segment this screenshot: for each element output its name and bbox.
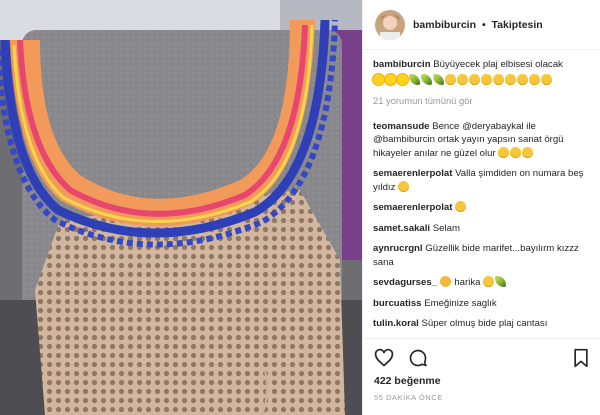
post-header: bambiburcin • Takiptesin — [363, 0, 600, 50]
comment-text: ile — [523, 120, 536, 132]
action-bar — [373, 347, 441, 369]
comment-icon — [409, 349, 427, 367]
smile-emoji-icon — [445, 73, 456, 85]
comment-item: semaerenlerpolat — [373, 201, 594, 215]
sun-emoji-icon — [385, 73, 396, 85]
caption-username[interactable]: bambiburcin — [373, 59, 431, 70]
instagram-post: bambiburcin • Takiptesin bambiburcin Büy… — [0, 0, 600, 415]
sun-emoji-icon — [397, 73, 408, 85]
likes-count[interactable]: 422 beğenme — [374, 375, 441, 387]
comment-username[interactable]: teomansude — [373, 121, 430, 132]
post-timestamp: 55 DAKİKA ÖNCE — [374, 393, 443, 402]
smile-emoji-icon — [493, 73, 504, 85]
divider — [363, 338, 600, 339]
smile-emoji-icon — [510, 146, 522, 158]
comment-text: Emeğinize saglık — [424, 297, 497, 309]
comment-mention[interactable]: @bambiburcin — [373, 134, 435, 145]
view-all-comments-link[interactable]: 21 yorumun tümünü gör — [373, 94, 594, 108]
avatar[interactable] — [375, 9, 405, 40]
comment-item: aynrucrgnl Güzellik bide marifet...bayıl… — [373, 242, 594, 269]
comment-username[interactable]: samet.sakali — [373, 223, 430, 234]
sun-emoji-icon — [373, 73, 384, 85]
comment-mention[interactable]: @deryabaykal — [462, 121, 523, 132]
comment-text: Bence — [432, 120, 463, 132]
comment-text: Süper olmuş bide plaj cantası — [421, 318, 548, 329]
comment-username[interactable]: semaerenlerpolat — [373, 202, 452, 213]
comment-item: teomansude Bence @deryabaykal ile @bambi… — [373, 120, 594, 161]
banana-emoji-icon — [421, 73, 432, 85]
comment-item: sevdagurses_ harika — [373, 276, 594, 290]
comment-text: harika — [451, 277, 484, 288]
like-button[interactable] — [373, 347, 395, 369]
heart-emoji-icon — [439, 276, 451, 287]
caption-text: Büyüyecek plaj elbisesi olacak — [433, 59, 563, 70]
smile-emoji-icon — [541, 73, 552, 85]
smile-emoji-icon — [469, 73, 480, 85]
follow-status[interactable]: Takiptesin — [492, 19, 543, 31]
crochet-photo — [0, 0, 362, 415]
smile-emoji-icon — [457, 73, 468, 85]
comment-username[interactable]: tulin.koral — [373, 318, 419, 329]
post-side-panel: bambiburcin • Takiptesin bambiburcin Büy… — [362, 0, 600, 415]
comment-username[interactable]: burcuatiss — [373, 298, 422, 309]
smile-emoji-icon — [455, 201, 467, 212]
smile-emoji-icon — [398, 180, 410, 192]
comment-button[interactable] — [407, 347, 429, 369]
comment-username[interactable]: aynrucrgnl — [373, 243, 423, 254]
post-photo[interactable] — [0, 0, 362, 415]
caption-emojis — [373, 73, 594, 88]
caption: bambiburcin Büyüyecek plaj elbisesi olac… — [373, 58, 594, 87]
heart-icon — [374, 348, 394, 367]
avatar-image — [375, 9, 405, 40]
smile-emoji-icon — [522, 146, 534, 158]
comment-list: teomansude Bence @deryabaykal ile @bambi… — [373, 120, 594, 331]
banana-emoji-icon — [495, 276, 507, 287]
comment-username[interactable]: semaerenlerpolat — [373, 168, 452, 179]
comment-text: Selam — [432, 222, 460, 234]
comment-item: burcuatiss Emeğinize saglık — [373, 297, 594, 311]
header-username[interactable]: bambiburcin — [413, 19, 476, 31]
smile-emoji-icon — [483, 276, 495, 287]
comment-username[interactable]: sevdagurses_ — [373, 277, 437, 288]
bookmark-icon — [574, 348, 588, 368]
banana-emoji-icon — [409, 73, 420, 85]
save-button[interactable] — [570, 347, 592, 369]
smile-emoji-icon — [481, 73, 492, 85]
smile-emoji-icon — [517, 73, 528, 85]
comment-item: semaerenlerpolat Valla şimdiden on numar… — [373, 167, 594, 194]
comments-section: bambiburcin Büyüyecek plaj elbisesi olac… — [373, 58, 594, 338]
smile-emoji-icon — [529, 73, 540, 85]
smile-emoji-icon — [505, 73, 516, 85]
smile-emoji-icon — [498, 146, 510, 158]
header-separator: • — [481, 18, 486, 31]
comment-item: samet.sakali Selam — [373, 222, 594, 236]
comment-item: tulin.koral Süper olmuş bide plaj cantas… — [373, 317, 594, 331]
banana-emoji-icon — [433, 73, 444, 85]
